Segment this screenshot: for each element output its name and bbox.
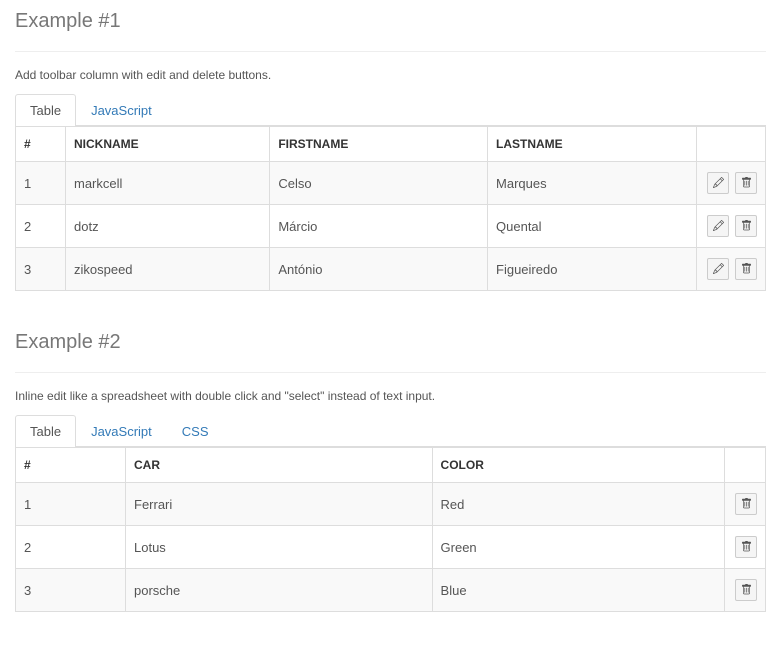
cell-nickname: markcell [66,162,270,205]
pencil-icon [713,219,724,234]
cell-num: 1 [16,483,126,526]
divider [15,51,766,52]
cell-nickname: dotz [66,205,270,248]
trash-icon [741,540,752,555]
col-header-lastname: LASTNAME [488,127,697,162]
example-1-tabs: Table JavaScript [15,94,766,126]
trash-icon [741,219,752,234]
cell-lastname: Figueiredo [488,248,697,291]
cell-num: 2 [16,526,126,569]
delete-button[interactable] [735,258,757,280]
cell-num: 3 [16,569,126,612]
col-header-num: # [16,127,66,162]
cell-actions [725,569,766,612]
cell-car[interactable]: porsche [126,569,433,612]
trash-icon [741,497,752,512]
example-2-tabs: Table JavaScript CSS [15,415,766,447]
table-row: 1 Ferrari Red [16,483,766,526]
cell-firstname: Celso [270,162,488,205]
cell-car[interactable]: Lotus [126,526,433,569]
cell-color[interactable]: Blue [432,569,724,612]
delete-button[interactable] [735,172,757,194]
col-header-color: COLOR [432,448,724,483]
tab-table[interactable]: Table [15,94,76,126]
cell-num: 3 [16,248,66,291]
col-header-nickname: NICKNAME [66,127,270,162]
cell-car[interactable]: Ferrari [126,483,433,526]
example-1-title: Example #1 [15,10,766,41]
cell-lastname: Marques [488,162,697,205]
delete-button[interactable] [735,215,757,237]
example-2-section: Example #2 Inline edit like a spreadshee… [15,331,766,612]
col-header-num: # [16,448,126,483]
cell-actions [697,248,766,291]
cell-lastname: Quental [488,205,697,248]
table-row: 3 porsche Blue [16,569,766,612]
example-2-title: Example #2 [15,331,766,362]
table-row: 2 Lotus Green [16,526,766,569]
tab-css[interactable]: CSS [167,415,224,447]
cell-actions [725,483,766,526]
cell-num: 2 [16,205,66,248]
cell-color[interactable]: Red [432,483,724,526]
cell-firstname: Márcio [270,205,488,248]
cell-firstname: António [270,248,488,291]
table-row: 2 dotz Márcio Quental [16,205,766,248]
tab-table[interactable]: Table [15,415,76,447]
pencil-icon [713,262,724,277]
example-1-description: Add toolbar column with edit and delete … [15,68,766,82]
edit-button[interactable] [707,172,729,194]
divider [15,372,766,373]
edit-button[interactable] [707,258,729,280]
table-row: 3 zikospeed António Figueiredo [16,248,766,291]
table-header-row: # CAR COLOR [16,448,766,483]
delete-button[interactable] [735,536,757,558]
cell-color[interactable]: Green [432,526,724,569]
trash-icon [741,583,752,598]
cell-actions [697,205,766,248]
cell-num: 1 [16,162,66,205]
example-2-table: # CAR COLOR 1 Ferrari Red 2 Lotus Green [15,447,766,612]
col-header-actions [697,127,766,162]
delete-button[interactable] [735,579,757,601]
col-header-actions [725,448,766,483]
example-1-table: # NICKNAME FIRSTNAME LASTNAME 1 markcell… [15,126,766,291]
trash-icon [741,176,752,191]
table-header-row: # NICKNAME FIRSTNAME LASTNAME [16,127,766,162]
cell-actions [725,526,766,569]
table-row: 1 markcell Celso Marques [16,162,766,205]
cell-actions [697,162,766,205]
cell-nickname: zikospeed [66,248,270,291]
pencil-icon [713,176,724,191]
example-2-description: Inline edit like a spreadsheet with doub… [15,389,766,403]
tab-javascript[interactable]: JavaScript [76,415,167,447]
col-header-firstname: FIRSTNAME [270,127,488,162]
tab-javascript[interactable]: JavaScript [76,94,167,126]
edit-button[interactable] [707,215,729,237]
example-1-section: Example #1 Add toolbar column with edit … [15,10,766,291]
trash-icon [741,262,752,277]
delete-button[interactable] [735,493,757,515]
col-header-car: CAR [126,448,433,483]
